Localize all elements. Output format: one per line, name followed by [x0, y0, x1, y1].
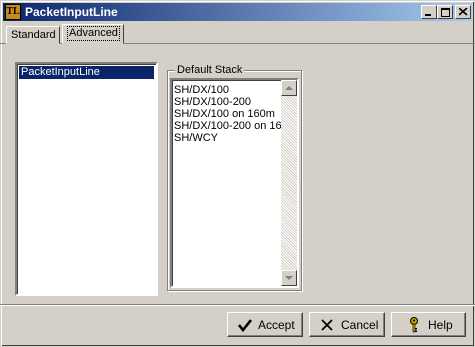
default-stack-list[interactable]: SH/DX/100 SH/DX/100-200 SH/DX/100 on 160…	[170, 78, 299, 288]
line-list[interactable]: PacketInputLine	[15, 62, 158, 296]
scroll-down-button[interactable]	[281, 270, 297, 286]
maximize-button[interactable]	[437, 5, 453, 19]
arrow-down-icon	[285, 276, 293, 280]
stack-item[interactable]: SH/DX/100-200 on 16	[174, 120, 282, 132]
minimize-icon	[425, 14, 431, 16]
stack-item[interactable]: SH/DX/100 on 160m	[174, 108, 275, 120]
checkmark-icon	[237, 319, 253, 333]
accept-label: Accept	[258, 318, 295, 332]
stack-item[interactable]: SH/DX/100	[174, 84, 229, 96]
default-stack-label: Default Stack	[175, 64, 245, 76]
help-button[interactable]: Help	[391, 312, 466, 337]
close-icon	[459, 8, 468, 16]
tab-advanced-label: Advanced	[67, 26, 120, 41]
close-button[interactable]	[455, 5, 471, 19]
stack-item[interactable]: SH/WCY	[174, 132, 218, 144]
tab-standard[interactable]: Standard	[6, 26, 60, 44]
tab-standard-label: Standard	[11, 29, 56, 41]
minimize-button[interactable]	[421, 5, 437, 19]
arrow-up-icon	[285, 86, 293, 90]
app-logo-icon: TL	[5, 4, 21, 20]
scroll-up-button[interactable]	[281, 80, 297, 96]
list-item[interactable]: PacketInputLine	[19, 66, 154, 79]
button-bar-separator	[0, 304, 475, 306]
vertical-scrollbar[interactable]	[281, 80, 297, 286]
tab-advanced[interactable]: Advanced	[62, 24, 124, 44]
x-icon	[321, 319, 333, 331]
stack-item[interactable]: SH/DX/100-200	[174, 96, 251, 108]
title-bar[interactable]: TL PacketInputLine	[3, 3, 472, 21]
accept-button[interactable]: Accept	[227, 312, 303, 337]
cancel-label: Cancel	[341, 318, 379, 332]
cancel-button[interactable]: Cancel	[309, 312, 385, 337]
help-label: Help	[428, 318, 453, 332]
key-icon	[410, 317, 418, 333]
maximize-icon	[441, 8, 450, 17]
window-title: PacketInputLine	[25, 5, 118, 19]
